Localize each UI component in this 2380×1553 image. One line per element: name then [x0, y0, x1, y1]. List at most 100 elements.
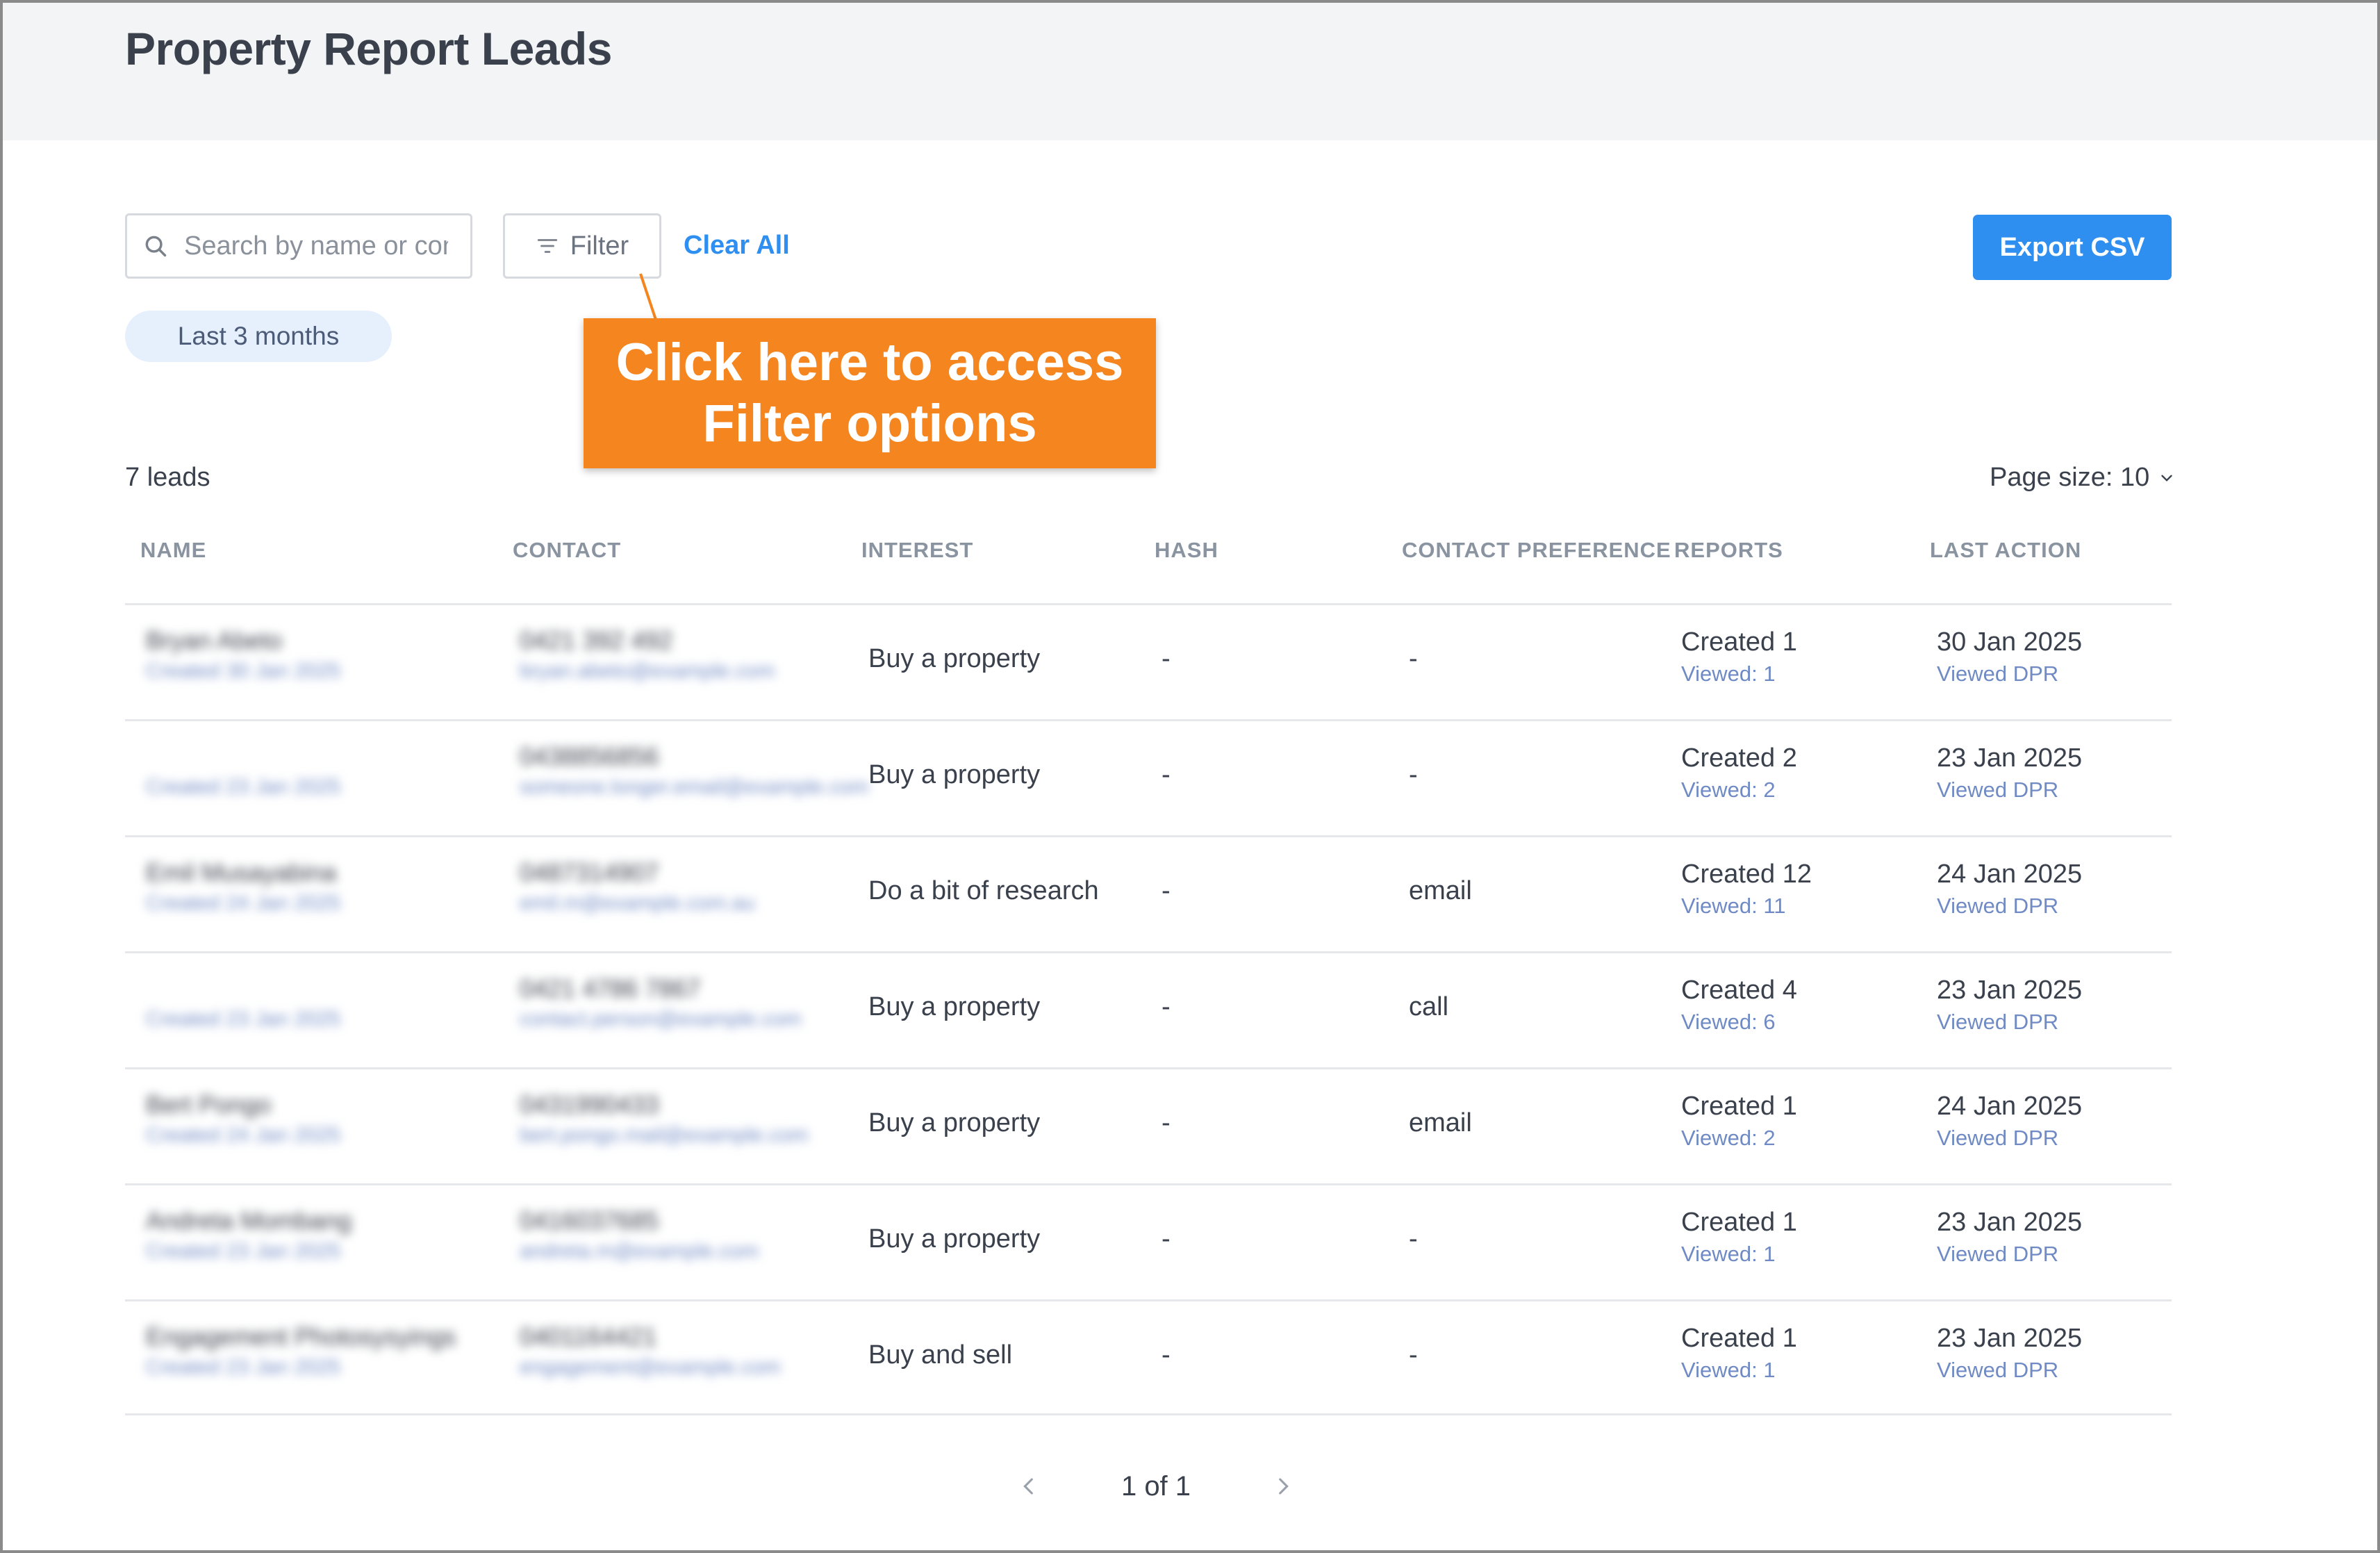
- previous-page-button[interactable]: [1017, 1474, 1041, 1498]
- lead-contact-cell[interactable]: 0421 392 492 bryan.abeto@example.com: [520, 626, 775, 683]
- table-row[interactable]: Engagement Photosysyings Created 23 Jan …: [125, 1299, 2172, 1415]
- lead-email: contact.person@example.com: [520, 1008, 802, 1030]
- lead-last-action: 23 Jan 2025 Viewed DPR: [1937, 743, 2082, 803]
- table-row[interactable]: Bryan Abeto Created 30 Jan 2025 0421 392…: [125, 603, 2172, 719]
- lead-created: Created 23 Jan 2025: [146, 1008, 341, 1030]
- lead-contact-cell[interactable]: 0431990433 bert.pongo.mail@example.com: [520, 1090, 809, 1147]
- lead-interest: Buy a property: [868, 1108, 1041, 1137]
- reports-created: Created 1: [1681, 627, 1797, 657]
- chevron-down-icon: [2161, 475, 2172, 482]
- table-row[interactable]: Bert Pongo Created 24 Jan 2025 043199043…: [125, 1067, 2172, 1183]
- lead-phone: 0421 4786 7867: [520, 974, 701, 1003]
- search-icon: [145, 236, 167, 257]
- table-header: NAME CONTACT INTEREST HASH CONTACT PREFE…: [125, 538, 2172, 603]
- lead-name-cell[interactable]: Engagement Photosysyings Created 23 Jan …: [146, 1322, 456, 1379]
- lead-hash: -: [1162, 1224, 1171, 1254]
- reports-created: Created 1: [1681, 1092, 1797, 1121]
- lead-created: Created 23 Jan 2025: [146, 1356, 341, 1379]
- last-action-detail: Viewed DPR: [1937, 778, 2059, 802]
- table-row[interactable]: Created 23 Jan 2025 0421 4786 7867 conta…: [125, 951, 2172, 1067]
- lead-last-action: 23 Jan 2025 Viewed DPR: [1937, 1324, 2082, 1383]
- lead-name-cell[interactable]: Bryan Abeto Created 30 Jan 2025: [146, 626, 340, 683]
- table-row[interactable]: Emil Musayabina Created 24 Jan 2025 0487…: [125, 835, 2172, 951]
- search-input[interactable]: [184, 231, 448, 261]
- reports-viewed: Viewed: 6: [1681, 1010, 1776, 1034]
- lead-phone: 0401164421: [520, 1322, 657, 1351]
- lead-phone: 0431990433: [520, 1090, 659, 1119]
- lead-contact-cell[interactable]: 0421 4786 7867 contact.person@example.co…: [520, 974, 802, 1031]
- lead-created: Created 30 Jan 2025: [146, 659, 341, 682]
- lead-reports: Created 1 Viewed: 1: [1681, 1324, 1797, 1383]
- lead-created: Created 23 Jan 2025: [146, 775, 341, 798]
- lead-name-cell[interactable]: Bert Pongo Created 24 Jan 2025: [146, 1090, 340, 1147]
- reports-viewed: Viewed: 2: [1681, 778, 1776, 802]
- lead-contact-preference: -: [1409, 760, 1418, 789]
- lead-name: Bert Pongo: [146, 1090, 272, 1119]
- lead-hash: -: [1162, 876, 1171, 905]
- lead-interest: Buy a property: [868, 1224, 1041, 1254]
- lead-hash: -: [1162, 1340, 1171, 1370]
- lead-contact-cell[interactable]: 0438856856 someone.longer.email@example.…: [520, 742, 868, 799]
- column-header-reports[interactable]: REPORTS: [1674, 538, 1783, 563]
- search-box[interactable]: [125, 213, 472, 279]
- lead-created: Created 24 Jan 2025: [146, 891, 341, 914]
- clear-all-link[interactable]: Clear All: [684, 231, 790, 261]
- lead-hash: -: [1162, 1108, 1171, 1137]
- reports-created: Created 1: [1681, 1208, 1797, 1237]
- filter-button[interactable]: Filter: [503, 213, 661, 279]
- filter-icon: [537, 239, 557, 253]
- table-row[interactable]: Created 23 Jan 2025 0438856856 someone.l…: [125, 719, 2172, 835]
- lead-contact-cell[interactable]: 0416037685 andreta.m@example.com: [520, 1206, 759, 1263]
- column-header-interest[interactable]: INTEREST: [861, 538, 973, 563]
- lead-contact-cell[interactable]: 0487314907 emil.m@example.com.au: [520, 858, 755, 915]
- lead-phone: 0421 392 492: [520, 626, 673, 655]
- lead-hash: -: [1162, 644, 1171, 673]
- lead-reports: Created 1 Viewed: 1: [1681, 1208, 1797, 1267]
- reports-created: Created 4: [1681, 976, 1797, 1005]
- export-csv-button[interactable]: Export CSV: [1973, 215, 2172, 280]
- last-action-detail: Viewed DPR: [1937, 662, 2059, 686]
- last-action-detail: Viewed DPR: [1937, 1242, 2059, 1266]
- last-action-detail: Viewed DPR: [1937, 1126, 2059, 1150]
- column-header-contact[interactable]: CONTACT: [513, 538, 621, 563]
- lead-name-cell[interactable]: Andreta Mombang Created 23 Jan 2025: [146, 1206, 352, 1263]
- lead-last-action: 24 Jan 2025 Viewed DPR: [1937, 1092, 2082, 1151]
- lead-interest: Do a bit of research: [868, 876, 1099, 905]
- column-header-hash[interactable]: HASH: [1155, 538, 1218, 563]
- date-range-chip[interactable]: Last 3 months: [125, 311, 392, 362]
- page-indicator: 1 of 1: [1121, 1470, 1191, 1502]
- lead-name: Andreta Mombang: [146, 1206, 352, 1235]
- callout-annotation: Click here to access Filter options: [584, 318, 1156, 468]
- last-action-detail: Viewed DPR: [1937, 1010, 2059, 1034]
- lead-name: [146, 974, 340, 1003]
- column-header-name[interactable]: NAME: [140, 538, 206, 563]
- column-header-last-action[interactable]: LAST ACTION: [1930, 538, 2081, 563]
- lead-email: someone.longer.email@example.com: [520, 775, 869, 798]
- next-page-button[interactable]: [1271, 1474, 1295, 1498]
- table-row[interactable]: Andreta Mombang Created 23 Jan 2025 0416…: [125, 1183, 2172, 1299]
- last-action-date: 23 Jan 2025: [1937, 1208, 2083, 1237]
- reports-viewed: Viewed: 2: [1681, 1126, 1776, 1150]
- last-action-date: 24 Jan 2025: [1937, 1092, 2083, 1121]
- column-header-contact-preference[interactable]: CONTACT PREFERENCE: [1402, 538, 1671, 563]
- lead-name-cell[interactable]: Emil Musayabina Created 24 Jan 2025: [146, 858, 340, 915]
- pagination: 1 of 1: [1017, 1465, 1295, 1507]
- page-size-select[interactable]: Page size: 10: [1990, 463, 2176, 493]
- lead-last-action: 30 Jan 2025 Viewed DPR: [1937, 627, 2082, 687]
- lead-name: Emil Musayabina: [146, 858, 337, 887]
- page-header: Property Report Leads: [3, 3, 2377, 140]
- lead-email: bryan.abeto@example.com: [520, 659, 775, 682]
- lead-contact-preference: email: [1409, 1108, 1472, 1137]
- lead-name-cell[interactable]: Created 23 Jan 2025: [146, 974, 340, 1031]
- lead-hash: -: [1162, 992, 1171, 1021]
- lead-email: andreta.m@example.com: [520, 1240, 759, 1263]
- lead-name-cell[interactable]: Created 23 Jan 2025: [146, 742, 340, 799]
- reports-viewed: Viewed: 1: [1681, 662, 1776, 686]
- last-action-detail: Viewed DPR: [1937, 1358, 2059, 1382]
- lead-last-action: 23 Jan 2025 Viewed DPR: [1937, 976, 2082, 1035]
- lead-contact-cell[interactable]: 0401164421 engagement@example.com: [520, 1322, 781, 1379]
- last-action-date: 23 Jan 2025: [1937, 743, 2083, 773]
- lead-interest: Buy a property: [868, 644, 1041, 673]
- lead-reports: Created 4 Viewed: 6: [1681, 976, 1797, 1035]
- lead-interest: Buy a property: [868, 992, 1041, 1021]
